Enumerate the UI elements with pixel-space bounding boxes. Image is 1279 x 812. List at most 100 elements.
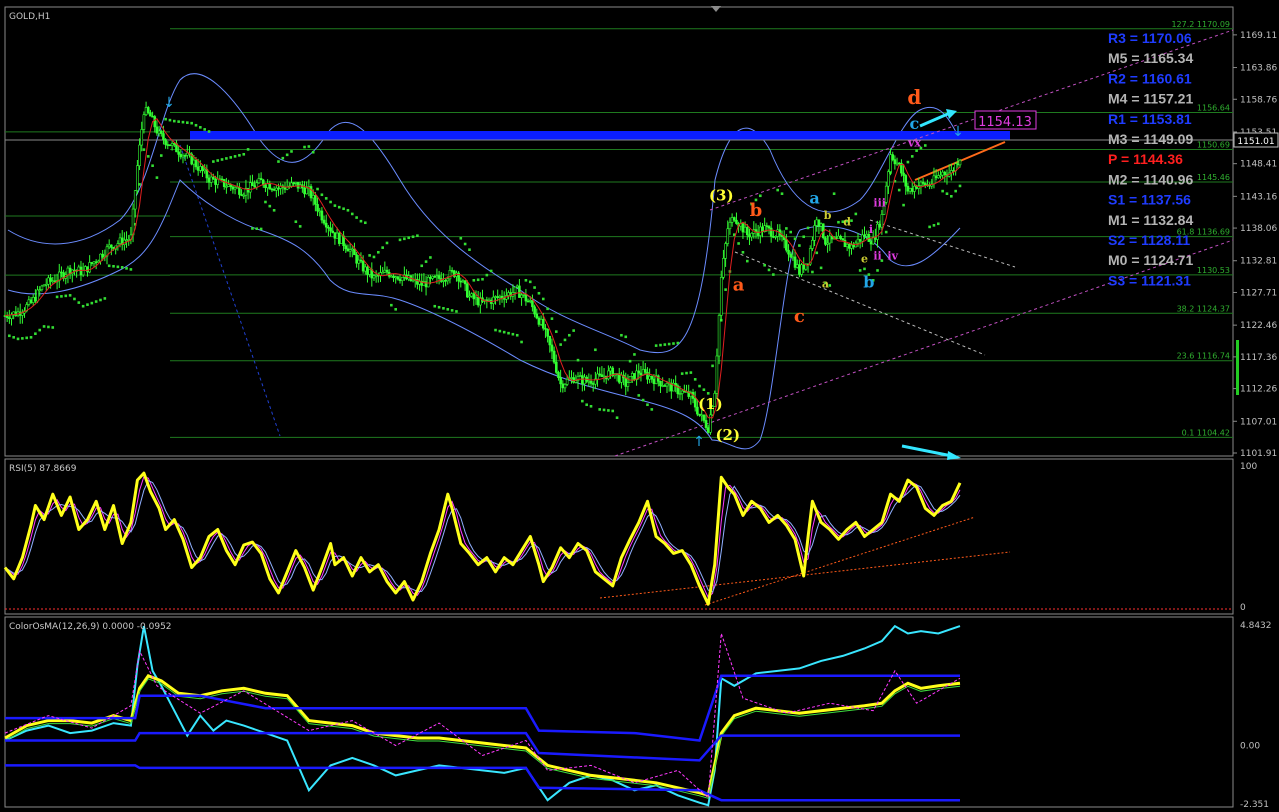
- candle-body: [8, 317, 11, 320]
- candle-body: [248, 182, 252, 193]
- candle-body: [735, 219, 738, 224]
- psar-dot: [12, 336, 15, 339]
- candle-body: [444, 280, 447, 282]
- psar-dot: [958, 184, 962, 188]
- candle-body: [227, 184, 230, 187]
- psar-dot: [798, 244, 801, 247]
- candle-body: [216, 178, 220, 185]
- psar-dot: [251, 227, 254, 230]
- rsi-axis-label: 100: [1240, 462, 1257, 472]
- psar-dot: [320, 193, 324, 197]
- candle-body: [680, 390, 684, 394]
- wave-label: (2): [715, 426, 740, 444]
- candle-body: [524, 294, 528, 302]
- pivot-name: R2: [1108, 70, 1126, 86]
- candle-body: [51, 280, 55, 283]
- candle-body: [941, 171, 944, 176]
- candle-body: [728, 221, 732, 230]
- candle-body: [186, 152, 189, 156]
- candle-body: [476, 297, 480, 306]
- candle-body: [893, 159, 897, 165]
- psar-dot: [51, 326, 55, 329]
- candle-body: [233, 187, 237, 190]
- candle-body: [565, 379, 569, 385]
- psar-dot: [607, 409, 610, 412]
- pivot-value: 1128.11: [1141, 232, 1190, 248]
- psar-dot: [212, 160, 215, 163]
- candle-body: [97, 260, 100, 263]
- psar-dot: [806, 226, 810, 230]
- psar-dot: [73, 297, 76, 301]
- psar-dot: [77, 301, 81, 304]
- candle-body: [437, 275, 441, 279]
- candle-body: [303, 187, 306, 195]
- psar-dot: [407, 236, 411, 240]
- candle-body: [578, 375, 582, 377]
- candle-body: [659, 380, 662, 387]
- candle-body: [34, 296, 37, 302]
- candle-body: [910, 188, 914, 192]
- pivot-value: 1160.61: [1142, 70, 1192, 86]
- candle-body: [396, 276, 400, 280]
- candle-body: [53, 280, 57, 283]
- candle-body: [546, 329, 549, 337]
- price-axis-label: 1163.86: [1240, 64, 1277, 74]
- psar-dot: [689, 371, 693, 374]
- candle-body: [266, 183, 269, 189]
- trading-chart[interactable]: 127.2 1170.091156.641150.691145.4661.8 1…: [0, 0, 1279, 812]
- wave-label: b: [750, 200, 763, 221]
- psar-dot: [268, 204, 272, 208]
- fib-level-label: 1150.69: [1197, 140, 1230, 149]
- candle-body: [222, 179, 226, 187]
- psar-dot: [589, 404, 593, 408]
- candle-body: [824, 237, 827, 245]
- psar-dot: [307, 145, 311, 148]
- pivot-name: M0: [1108, 252, 1128, 268]
- candle-body: [570, 377, 573, 379]
- candle-body: [179, 154, 183, 158]
- psar-dot: [884, 230, 888, 234]
- candle-body: [533, 306, 536, 315]
- psar-dot: [177, 120, 180, 123]
- psar-dot: [698, 384, 701, 388]
- pivot-name: M5: [1108, 50, 1128, 66]
- candle-body: [86, 266, 89, 273]
- candle-body: [932, 175, 936, 185]
- psar-dot: [359, 219, 363, 223]
- pivot-value: 1144.36: [1133, 151, 1183, 167]
- psar-dot: [311, 150, 315, 154]
- pivot-name: M3: [1108, 131, 1128, 147]
- psar-dot: [650, 408, 654, 411]
- candle-body: [383, 269, 387, 273]
- candle-body: [826, 242, 829, 245]
- candle-body: [277, 187, 280, 190]
- candle-body: [637, 370, 641, 374]
- candle-body: [177, 151, 180, 155]
- candle-body: [518, 285, 521, 298]
- candle-body: [359, 259, 363, 262]
- candle-body: [394, 276, 397, 279]
- candle-body: [366, 266, 369, 275]
- candle-body: [661, 385, 664, 387]
- candle-body: [494, 296, 497, 298]
- psar-dot: [936, 222, 940, 226]
- candle-body: [793, 256, 797, 268]
- candle-body: [238, 186, 241, 195]
- candle-body: [906, 185, 910, 192]
- candle-body: [146, 107, 150, 113]
- pivot-label: M5 = 1165.34: [1108, 50, 1193, 66]
- psar-dot: [424, 260, 428, 263]
- candle-body: [596, 373, 599, 380]
- candle-body: [513, 286, 517, 293]
- candle-body: [919, 181, 923, 186]
- psar-dot: [468, 248, 471, 252]
- candle-body: [848, 243, 851, 249]
- candle-body: [798, 264, 801, 275]
- candle-body: [934, 175, 938, 179]
- psar-dot: [780, 192, 784, 196]
- psar-dot: [915, 149, 918, 152]
- psar-dot: [281, 156, 285, 160]
- candle-body: [44, 283, 48, 286]
- candle-body: [159, 130, 163, 134]
- candle-body: [136, 165, 139, 191]
